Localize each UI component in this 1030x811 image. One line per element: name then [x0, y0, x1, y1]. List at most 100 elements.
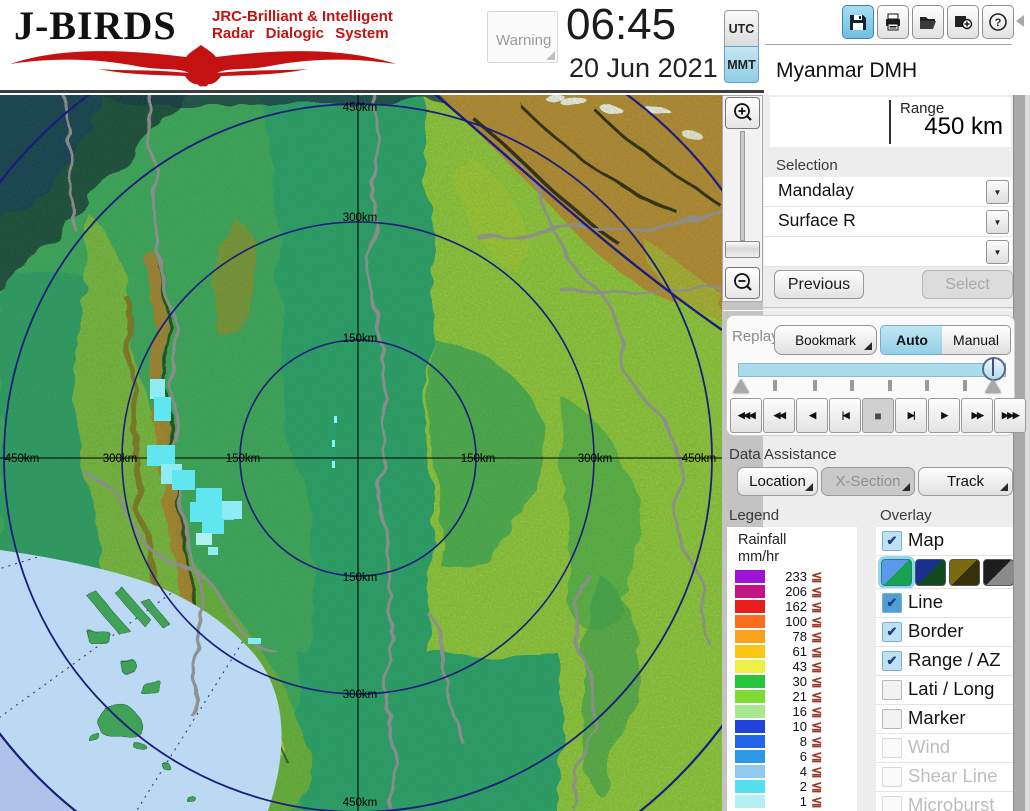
overlay-item-label: Map: [908, 529, 944, 551]
dropdown-product[interactable]: Surface R ▼: [764, 207, 1012, 237]
chevron-down-icon[interactable]: ▼: [986, 180, 1009, 204]
replay-slider-track[interactable]: [738, 363, 1006, 377]
replay-slider-handle[interactable]: [982, 357, 1006, 381]
ring-label: 450km: [343, 102, 378, 114]
station-name: Myanmar DMH: [773, 53, 1013, 89]
play-button[interactable]: ▶: [928, 398, 960, 433]
ring-label: 300km: [343, 689, 378, 701]
legend-color-swatch: [735, 750, 765, 763]
overlay-item-border[interactable]: ✔Border: [876, 617, 1013, 646]
legend-color-swatch: [735, 795, 765, 808]
timezone-utc-button[interactable]: UTC: [724, 10, 759, 47]
legend-row: 206≦: [727, 584, 857, 599]
overlay-item-microburst[interactable]: Microburst: [876, 791, 1013, 811]
zoom-slider-handle[interactable]: [725, 241, 760, 258]
legend-leq-symbol: ≦: [811, 584, 822, 600]
fast-forward-button[interactable]: ▶▶: [961, 398, 993, 433]
manual-button[interactable]: Manual: [942, 325, 1011, 355]
track-button[interactable]: Track: [918, 467, 1013, 496]
checkbox-unchecked[interactable]: [882, 767, 902, 787]
legend-row: 21≦: [727, 689, 857, 704]
warning-button[interactable]: Warning: [487, 11, 558, 63]
fast-rewind-button[interactable]: ◀◀: [763, 398, 795, 433]
legend-row: 10≦: [727, 719, 857, 734]
legend-value: 6: [769, 749, 807, 764]
add-image-button[interactable]: [947, 5, 979, 39]
overlay-item-map[interactable]: ✔ Map: [876, 527, 1013, 555]
overlay-item-label: Wind: [908, 736, 950, 758]
overlay-item-line[interactable]: ✔Line: [876, 588, 1013, 617]
range-divider: [889, 100, 891, 144]
clock-time: 06:45: [566, 0, 676, 50]
ring-label: 150km: [343, 572, 378, 584]
open-folder-button[interactable]: [912, 5, 944, 39]
overlay-item-wind[interactable]: Wind: [876, 733, 1013, 762]
save-button[interactable]: [842, 5, 874, 39]
playback-controls: ◀◀◀◀◀◀|◀■▶|▶▶▶▶▶▶: [730, 398, 1026, 433]
checkbox-checked[interactable]: ✔: [882, 593, 902, 613]
step-forward-button[interactable]: ▶|: [895, 398, 927, 433]
stop-button[interactable]: ■: [862, 398, 894, 433]
checkbox-unchecked[interactable]: [882, 709, 902, 729]
slider-tick: [925, 380, 929, 391]
overlay-item-shear-line[interactable]: Shear Line: [876, 762, 1013, 791]
previous-button[interactable]: Previous: [774, 270, 864, 299]
map-style-blue-green-button[interactable]: [881, 559, 912, 586]
legend-leq-symbol: ≦: [811, 614, 822, 630]
play-reverse-button[interactable]: ◀: [796, 398, 828, 433]
legend-label: Legend: [729, 507, 779, 524]
overlay-item-lati-long[interactable]: Lati / Long: [876, 675, 1013, 704]
slider-tick: [813, 380, 817, 391]
checkbox-unchecked[interactable]: [882, 796, 902, 811]
select-button[interactable]: Select: [922, 270, 1013, 299]
x-section-button[interactable]: X-Section: [821, 467, 915, 496]
slider-tick: [773, 380, 777, 391]
map-style-olive-dark-button[interactable]: [949, 559, 980, 586]
legend-row: 1≦: [727, 794, 857, 809]
zoom-out-button[interactable]: [725, 267, 760, 299]
zoom-in-button[interactable]: [725, 97, 760, 129]
map-style-black-gray-button[interactable]: [983, 559, 1013, 586]
checkbox-checked[interactable]: ✔: [882, 651, 902, 671]
overlay-item-range-az[interactable]: ✔Range / AZ: [876, 646, 1013, 675]
slider-end-marker[interactable]: [985, 379, 1001, 393]
print-button[interactable]: [877, 5, 909, 39]
legend-leq-symbol: ≦: [811, 719, 822, 735]
range-box: Range 450 km: [770, 97, 1011, 147]
legend-leq-symbol: ≦: [811, 704, 822, 720]
legend-row: 8≦: [727, 734, 857, 749]
panel-collapse-arrow-icon[interactable]: [1016, 15, 1024, 27]
legend-leq-symbol: ≦: [811, 734, 822, 750]
dropdown-site-value: Mandalay: [778, 180, 854, 201]
chevron-down-icon[interactable]: ▼: [986, 240, 1009, 264]
slider-start-marker[interactable]: [733, 379, 749, 393]
logo-tagline-1: JRC-Brilliant & Intelligent: [212, 9, 393, 24]
svg-text:?: ?: [995, 17, 1002, 29]
radar-map[interactable]: 450km 300km 150km 150km 300km 450km 450k…: [0, 95, 722, 811]
zoom-slider-track[interactable]: [740, 131, 745, 241]
jump-to-start-button[interactable]: ◀◀◀: [730, 398, 762, 433]
jump-to-end-button[interactable]: ▶▶▶: [994, 398, 1026, 433]
overlay-item-marker[interactable]: Marker: [876, 704, 1013, 733]
auto-button[interactable]: Auto: [880, 325, 944, 355]
checkbox-checked[interactable]: ✔: [882, 531, 902, 551]
dropdown-site[interactable]: Mandalay ▼: [764, 177, 1012, 207]
legend-leq-symbol: ≦: [811, 599, 822, 615]
location-button[interactable]: Location: [737, 467, 818, 496]
step-backward-button[interactable]: |◀: [829, 398, 861, 433]
legend-leq-symbol: ≦: [811, 674, 822, 690]
help-icon: ?: [988, 12, 1008, 32]
legend-row: 4≦: [727, 764, 857, 779]
dropdown-extra[interactable]: ▼: [764, 237, 1012, 267]
chevron-down-icon[interactable]: ▼: [986, 210, 1009, 234]
help-button[interactable]: ?: [982, 5, 1014, 39]
timezone-mmt-button[interactable]: MMT: [724, 46, 759, 83]
data-assistance-label: Data Assistance: [729, 446, 837, 463]
checkbox-checked[interactable]: ✔: [882, 622, 902, 642]
checkbox-unchecked[interactable]: [882, 680, 902, 700]
legend-row: 100≦: [727, 614, 857, 629]
checkbox-unchecked[interactable]: [882, 738, 902, 758]
map-style-navy-darkgreen-button[interactable]: [915, 559, 946, 586]
bookmark-button[interactable]: Bookmark: [774, 325, 877, 355]
open-folder-icon: [918, 12, 938, 32]
